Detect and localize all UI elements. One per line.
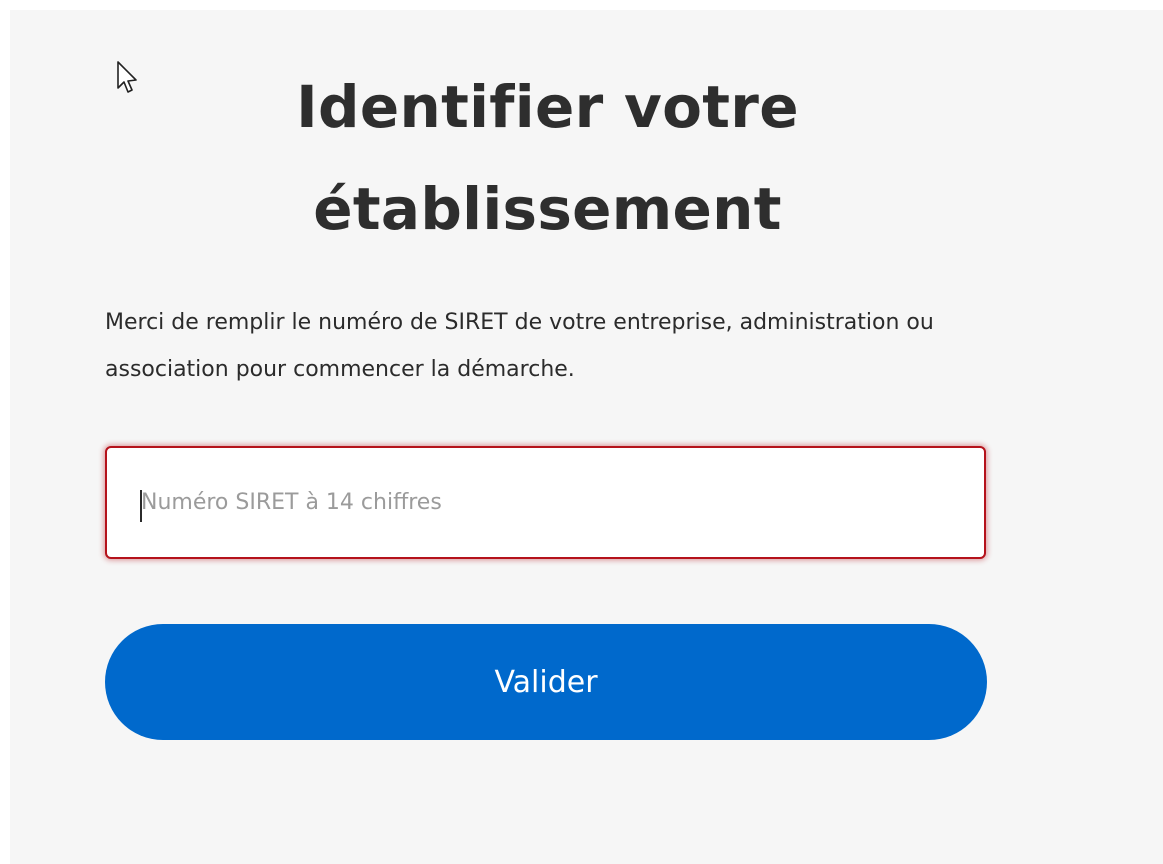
siret-input[interactable] bbox=[105, 446, 986, 559]
page-title: Identifier votre établissement bbox=[296, 73, 799, 243]
text-caret bbox=[140, 490, 142, 522]
validate-button[interactable]: Valider bbox=[105, 624, 987, 740]
instructions-text: Merci de remplir le numéro de SIRET de v… bbox=[105, 310, 934, 382]
